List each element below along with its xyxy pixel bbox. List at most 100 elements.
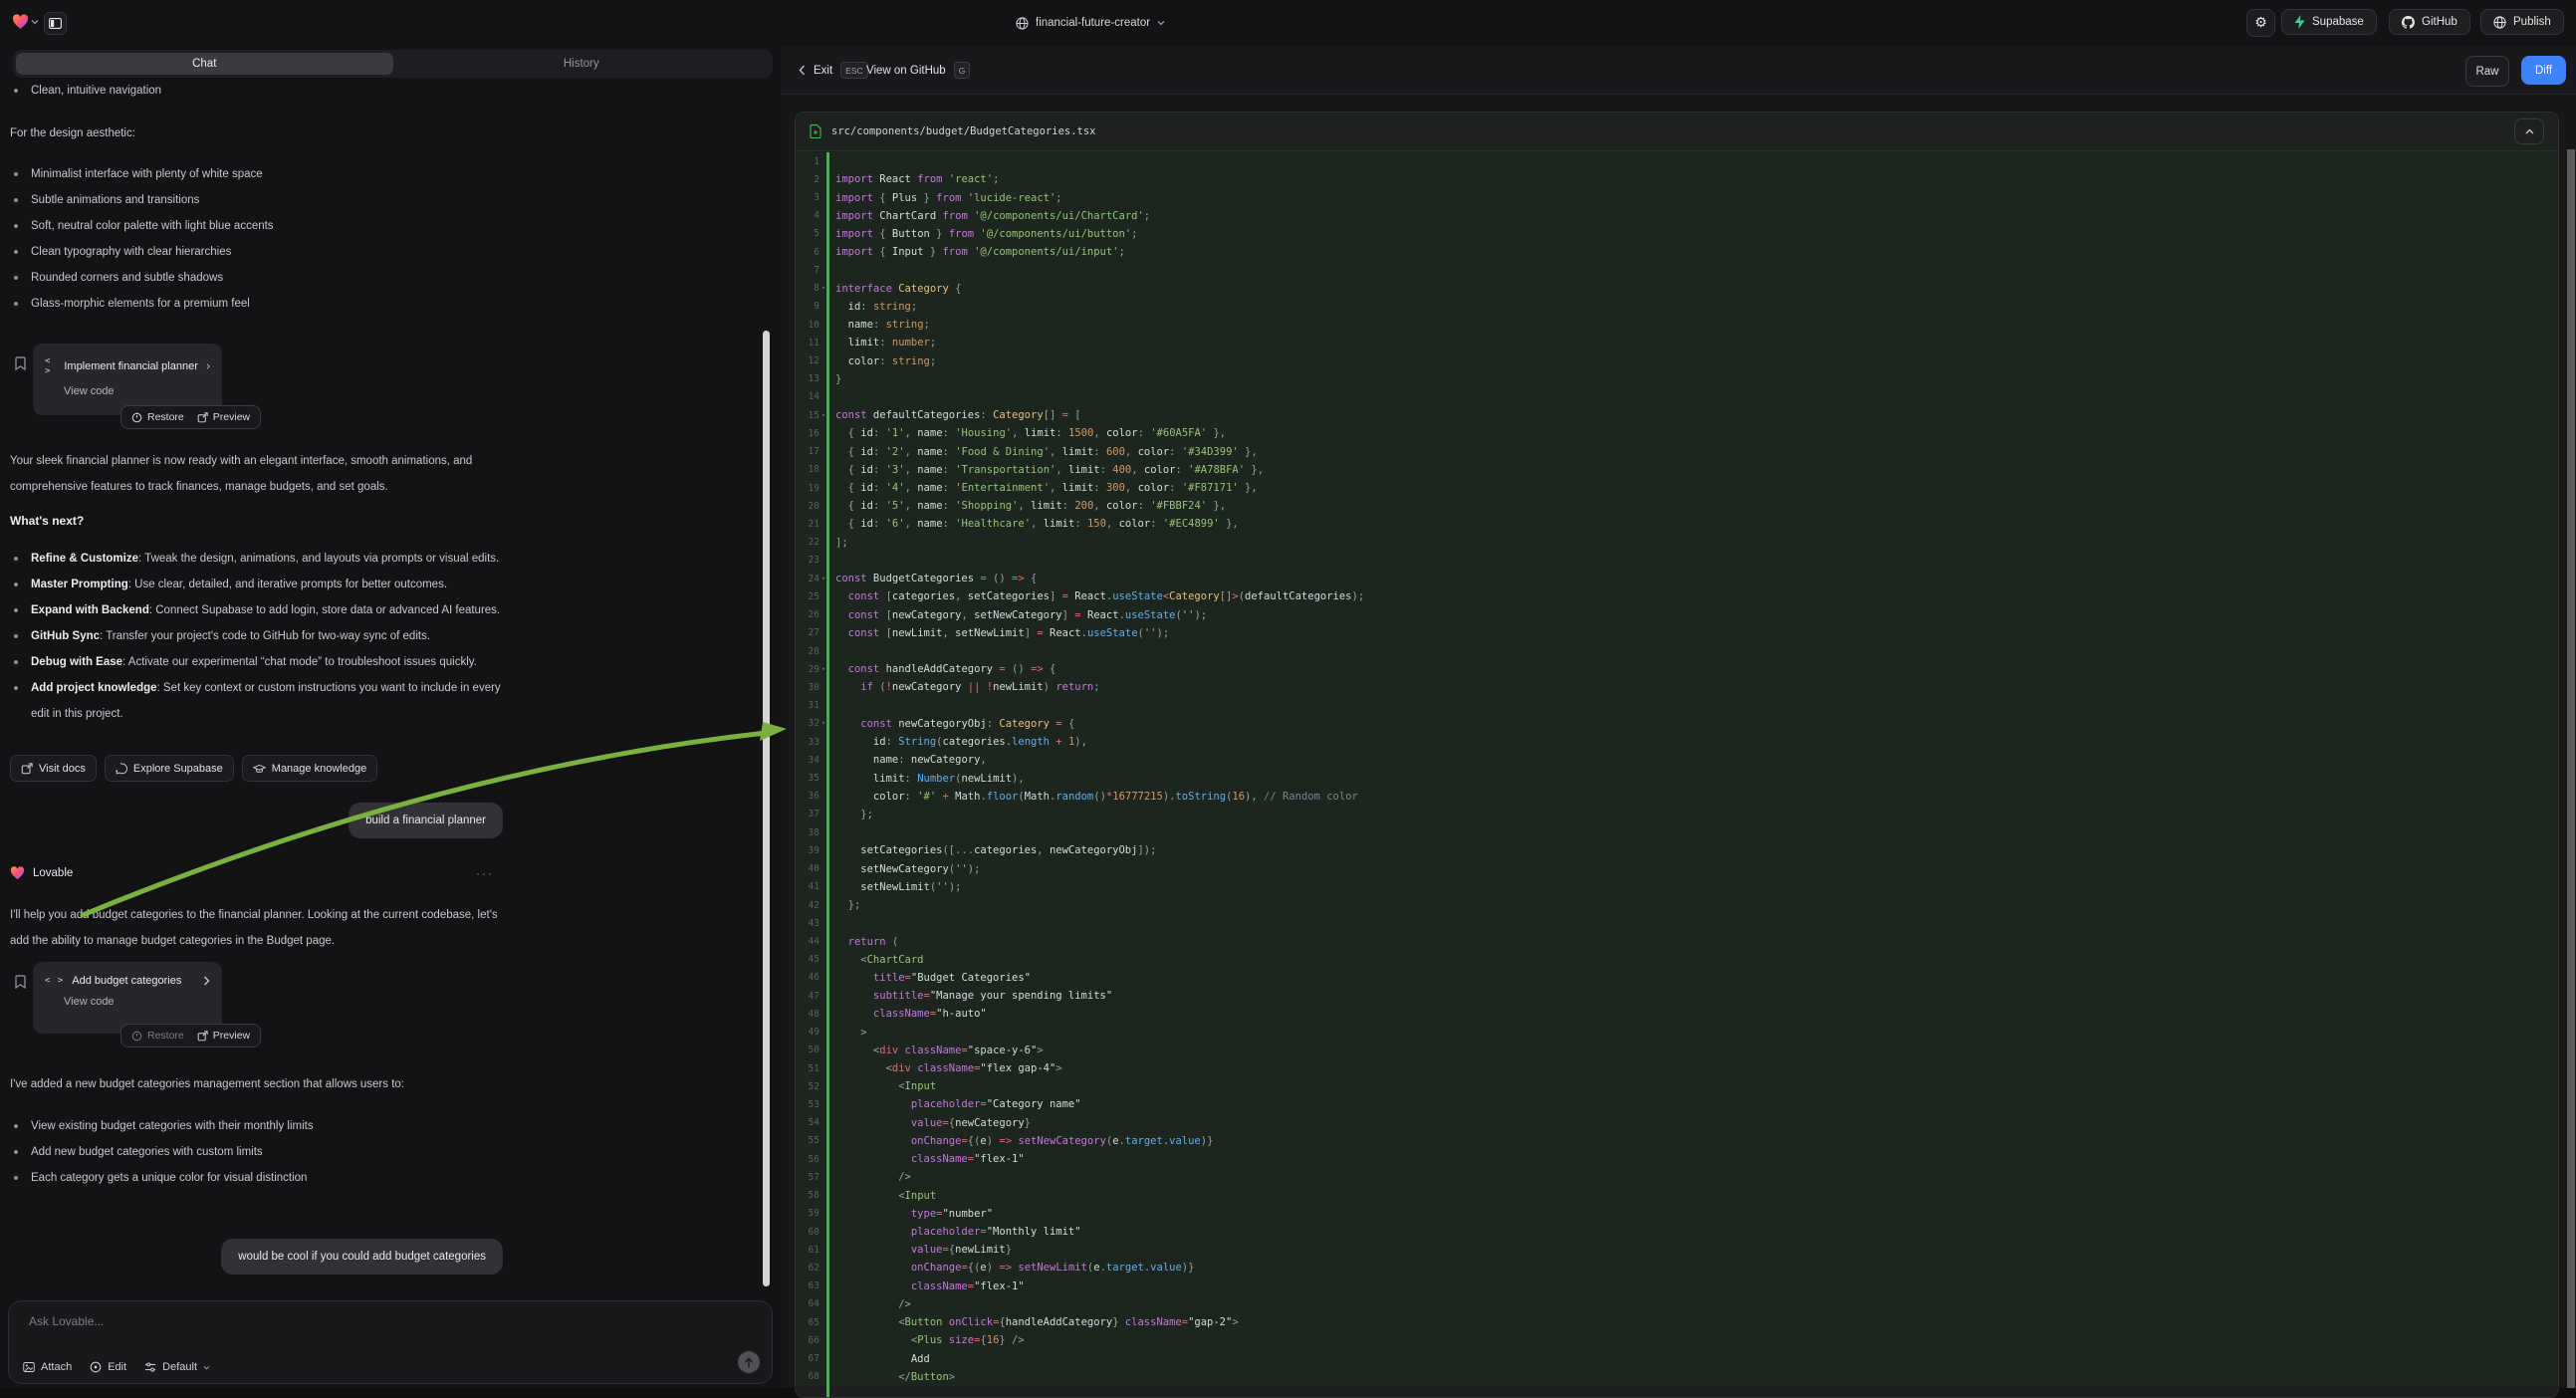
image-icon <box>23 1361 35 1373</box>
view-code-link[interactable]: View code <box>33 376 222 397</box>
chat-input[interactable] <box>27 1313 529 1329</box>
restore-icon <box>131 412 142 423</box>
code-line: 17 { id: '2', name: 'Food & Dining', lim… <box>796 443 2558 461</box>
code-line: 53 placeholder="Category name" <box>796 1095 2558 1113</box>
whats-next-heading: What's next? <box>10 514 84 528</box>
code-line: 35 limit: Number(newLimit), <box>796 769 2558 787</box>
code-icon: < > <box>45 356 56 376</box>
chat-scrollbar[interactable] <box>763 331 770 1286</box>
design-bullet-list: Minimalist interface with plenty of whit… <box>10 161 513 317</box>
list-item: GitHub Sync: Transfer your project's cod… <box>10 623 513 649</box>
code-line: 19 { id: '4', name: 'Entertainment', lim… <box>796 479 2558 497</box>
attach-button[interactable]: Attach <box>23 1361 72 1373</box>
code-line: 40 setNewCategory(''); <box>796 860 2558 878</box>
project-selector[interactable]: financial-future-creator <box>1016 10 1165 36</box>
line-number: 15▾ <box>796 410 820 421</box>
line-number: 30 <box>796 682 820 693</box>
fold-chevron-icon[interactable]: ▾ <box>821 411 825 419</box>
mode-label: Default <box>162 1361 197 1373</box>
view-code-link[interactable]: View code <box>33 987 222 1008</box>
esc-shortcut-badge: ESC <box>840 62 867 79</box>
message-options-button[interactable]: ··· <box>476 866 494 880</box>
list-item: Add new budget categories with custom li… <box>10 1139 513 1165</box>
fold-chevron-icon[interactable]: ▾ <box>821 665 825 673</box>
code-scrollbar[interactable] <box>2567 149 2575 1388</box>
raw-toggle-button[interactable]: Raw <box>2465 56 2509 87</box>
code-content[interactable]: 12import React from 'react';3import { Pl… <box>796 152 2558 1397</box>
diff-label: Diff <box>2535 65 2552 77</box>
restore-button[interactable]: Restore <box>131 1030 184 1042</box>
line-number: 32▾ <box>796 718 820 729</box>
code-line: 52 <Input <box>796 1077 2558 1095</box>
github-icon <box>2402 16 2415 29</box>
list-item: Add project knowledge: Set key context o… <box>10 675 513 727</box>
arrow-up-icon <box>744 1357 754 1368</box>
code-line: 37 }; <box>796 806 2558 823</box>
version-card[interactable]: < > Add budget categories View code Rest… <box>33 962 222 1034</box>
file-added-icon <box>810 124 821 138</box>
send-button[interactable] <box>738 1351 760 1373</box>
version-card[interactable]: < > Implement financial planner View cod… <box>33 344 222 415</box>
composer-toolbar: Attach Edit Default <box>23 1361 210 1373</box>
logo-chevron-down-icon[interactable] <box>31 19 39 25</box>
tab-chat[interactable]: Chat <box>16 53 393 75</box>
line-number: 68 <box>796 1371 820 1382</box>
line-number: 52 <box>796 1081 820 1092</box>
tab-history[interactable]: History <box>393 53 771 75</box>
version-title: Implement financial planner <box>64 360 198 372</box>
attach-label: Attach <box>41 1361 72 1373</box>
fold-chevron-icon[interactable]: ▾ <box>821 719 825 727</box>
code-line: 5import { Button } from '@/components/ui… <box>796 225 2558 243</box>
globe-icon <box>1016 17 1029 30</box>
manage-knowledge-button[interactable]: Manage knowledge <box>242 755 377 782</box>
exit-button[interactable]: Exit ESC <box>799 46 868 95</box>
restore-button[interactable]: Restore <box>131 411 184 423</box>
fold-chevron-icon[interactable]: ▾ <box>821 575 825 582</box>
project-name: financial-future-creator <box>1036 17 1150 29</box>
bookmark-icon[interactable] <box>15 975 26 989</box>
file-header[interactable]: src/components/budget/BudgetCategories.t… <box>796 113 2558 151</box>
code-viewer-panel: Exit ESC View on GitHub G Raw Diff src/c… <box>781 46 2576 1388</box>
code-line: 68 </Button> <box>796 1368 2558 1386</box>
assistant-added-text: I've added a new budget categories manag… <box>10 1071 513 1097</box>
list-item: Minimalist interface with plenty of whit… <box>10 161 513 187</box>
code-line: 24▾const BudgetCategories = () => { <box>796 570 2558 587</box>
line-number: 45 <box>796 954 820 965</box>
publish-globe-icon <box>2493 16 2506 29</box>
explore-supabase-button[interactable]: Explore Supabase <box>105 755 234 782</box>
edit-button[interactable]: Edit <box>90 1361 126 1373</box>
code-line: 10 name: string; <box>796 316 2558 334</box>
settings-button[interactable]: ⚙ <box>2246 9 2275 37</box>
line-number: 37 <box>796 809 820 819</box>
supabase-button[interactable]: Supabase <box>2281 9 2377 35</box>
assistant-reply: I'll help you add budget categories to t… <box>10 902 513 954</box>
preview-button[interactable]: Preview <box>197 1030 250 1042</box>
code-line: 62 onChange={(e) => setNewLimit(e.target… <box>796 1259 2558 1277</box>
code-line: 23 <box>796 552 2558 570</box>
toggle-sidebar-button[interactable] <box>44 12 67 35</box>
explore-supabase-label: Explore Supabase <box>133 763 223 775</box>
view-on-github-button[interactable]: View on GitHub G <box>866 46 970 95</box>
fold-chevron-icon[interactable]: ▾ <box>821 284 825 292</box>
bookmark-icon[interactable] <box>15 356 26 370</box>
preview-button[interactable]: Preview <box>197 411 250 423</box>
collapse-file-button[interactable] <box>2514 118 2544 144</box>
publish-button[interactable]: Publish <box>2480 9 2564 35</box>
code-line: 50 <div className="space-y-6"> <box>796 1042 2558 1059</box>
code-line: 28 <box>796 642 2558 660</box>
code-line: 67 Add <box>796 1349 2558 1367</box>
code-line: 44 return ( <box>796 932 2558 950</box>
github-button[interactable]: GitHub <box>2389 9 2470 35</box>
line-number: 53 <box>796 1099 820 1110</box>
restore-icon <box>131 1031 142 1042</box>
visit-docs-button[interactable]: Visit docs <box>10 755 97 782</box>
line-number: 51 <box>796 1063 820 1074</box>
restore-preview-pill: Restore Preview <box>120 1024 261 1048</box>
line-number: 13 <box>796 373 820 384</box>
mode-selector[interactable]: Default <box>144 1361 210 1373</box>
diff-toggle-button[interactable]: Diff <box>2521 56 2566 85</box>
code-line: 25 const [categories, setCategories] = R… <box>796 587 2558 605</box>
added-bullet-list: View existing budget categories with the… <box>10 1113 513 1191</box>
line-number: 59 <box>796 1208 820 1219</box>
lovable-logo-icon[interactable] <box>12 14 29 30</box>
